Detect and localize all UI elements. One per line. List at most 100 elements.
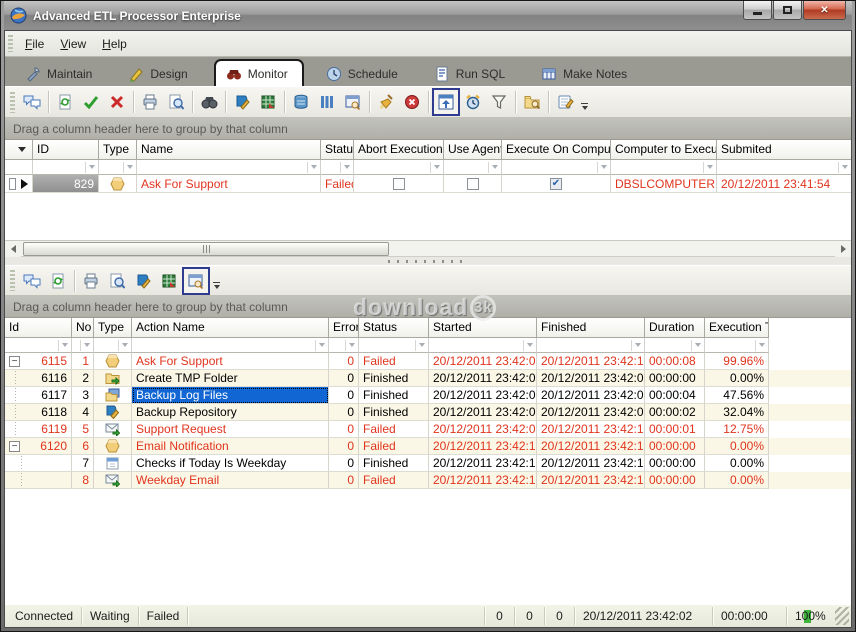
cell-no[interactable]: 5 <box>72 421 94 438</box>
filter-dropdown-icon[interactable] <box>340 162 353 173</box>
log-filter-cell[interactable] <box>132 338 329 353</box>
sessions-filter-indicator[interactable] <box>5 160 33 175</box>
row-checkbox[interactable] <box>9 178 16 190</box>
minimize-button[interactable] <box>743 1 772 20</box>
filter-button[interactable] <box>486 89 512 115</box>
title-bar[interactable]: Advanced ETL Processor Enterprise ✕ <box>4 1 852 30</box>
log-print-preview-button[interactable] <box>104 268 130 294</box>
sessions-filter-cell[interactable] <box>137 160 321 175</box>
edit-notes-button[interactable] <box>552 89 578 115</box>
log-filter-cell[interactable] <box>5 338 72 353</box>
cell-execution-time[interactable]: 0.00% <box>705 438 769 455</box>
cell-duration[interactable]: 00:00:00 <box>645 455 705 472</box>
window-resize-grip[interactable] <box>835 607 849 625</box>
cell-errors[interactable]: 0 <box>329 353 359 370</box>
toolbar-grip[interactable] <box>10 92 15 113</box>
cell-id[interactable] <box>5 472 72 489</box>
sessions-column-header[interactable]: Abort Execution <box>354 140 444 160</box>
log-column-header[interactable]: Type <box>94 318 132 338</box>
messages-button[interactable] <box>19 89 45 115</box>
filter-dropdown-icon[interactable] <box>315 340 328 351</box>
sessions-filter-cell[interactable] <box>717 160 851 175</box>
cell-action[interactable]: Checks if Today Is Weekday <box>132 455 329 472</box>
filter-dropdown-icon[interactable] <box>58 340 71 351</box>
cell-id[interactable]: 6120 <box>5 438 72 455</box>
find-button[interactable] <box>196 89 222 115</box>
log-column-header[interactable]: Finished <box>537 318 645 338</box>
log-filter-cell[interactable] <box>645 338 705 353</box>
log-column-header[interactable]: Execution Ti <box>705 318 769 338</box>
cell-type[interactable] <box>94 404 132 421</box>
sessions-column-header[interactable]: Type <box>99 140 137 160</box>
tab-maintain[interactable]: Maintain <box>15 62 106 86</box>
cell-no[interactable]: 6 <box>72 438 94 455</box>
filter-dropdown-icon[interactable] <box>415 340 428 351</box>
cell-status[interactable]: Finished <box>359 455 429 472</box>
filter-dropdown-icon[interactable] <box>118 340 131 351</box>
print-preview-button[interactable] <box>163 89 189 115</box>
cell-id[interactable]: 6117 <box>5 387 72 404</box>
cell-errors[interactable]: 0 <box>329 438 359 455</box>
sessions-column-header[interactable]: Name <box>137 140 321 160</box>
cell-errors[interactable]: 0 <box>329 404 359 421</box>
columns-button[interactable] <box>314 89 340 115</box>
cell-started[interactable]: 20/12/2011 23:42:02 <box>429 387 537 404</box>
scroll-right-button[interactable] <box>835 241 851 257</box>
log-row[interactable]: 61162Create TMP Folder0Finished20/12/201… <box>5 370 851 387</box>
cell-started[interactable]: 20/12/2011 23:42:06 <box>429 404 537 421</box>
cell-action[interactable]: Backup Log Files <box>132 387 329 404</box>
cell-execution-time[interactable]: 0.00% <box>705 472 769 489</box>
clear-button[interactable] <box>373 89 399 115</box>
cell-no[interactable]: 7 <box>72 455 94 472</box>
filter-dropdown-icon[interactable] <box>523 340 536 351</box>
cell-started[interactable]: 20/12/2011 23:42:10 <box>429 438 537 455</box>
tab-monitor[interactable]: Monitor <box>214 59 304 86</box>
menu-view[interactable]: View <box>52 34 94 54</box>
sessions-data-row[interactable]: 829 Ask For Support Failed ✔ DBSLCOMPUTE… <box>5 175 851 193</box>
filter-dropdown-icon[interactable] <box>123 162 136 173</box>
delete-button[interactable] <box>104 89 130 115</box>
cell-action[interactable]: Email Notification <box>132 438 329 455</box>
sessions-filter-cell[interactable] <box>99 160 137 175</box>
sessions-column-header[interactable]: ID <box>33 140 99 160</box>
sessions-filter-cell[interactable] <box>33 160 99 175</box>
log-filter-cell[interactable] <box>429 338 537 353</box>
cell-errors[interactable]: 0 <box>329 370 359 387</box>
cell-computer[interactable]: DBSLCOMPUTER <box>611 175 717 193</box>
cell-started[interactable]: 20/12/2011 23:42:10 <box>429 455 537 472</box>
sessions-filter-cell[interactable] <box>444 160 502 175</box>
sessions-column-header[interactable]: Use Agent <box>444 140 502 160</box>
filter-dropdown-icon[interactable] <box>488 162 501 173</box>
sessions-filter-cell[interactable] <box>321 160 354 175</box>
log-column-header[interactable]: Started <box>429 318 537 338</box>
log-filter-cell[interactable] <box>72 338 94 353</box>
toolbar-grip[interactable] <box>10 270 15 290</box>
tab-schedule[interactable]: Schedule <box>316 62 412 86</box>
log-filter-cell[interactable] <box>359 338 429 353</box>
cell-no[interactable]: 8 <box>72 472 94 489</box>
cell-action[interactable]: Weekday Email <box>132 472 329 489</box>
cell-type[interactable] <box>94 387 132 404</box>
log-row[interactable]: 61195Support Request0Failed20/12/2011 23… <box>5 421 851 438</box>
log-row[interactable]: 61184Backup Repository0Finished20/12/201… <box>5 404 851 421</box>
scheduler-button[interactable] <box>460 89 486 115</box>
cell-execution-time[interactable]: 12.75% <box>705 421 769 438</box>
validate-button[interactable] <box>78 89 104 115</box>
log-column-header[interactable]: Errors <box>329 318 359 338</box>
filter-dropdown-icon[interactable] <box>345 340 358 351</box>
log-column-header[interactable]: Duration <box>645 318 705 338</box>
log-filter-cell[interactable] <box>94 338 132 353</box>
cell-duration[interactable]: 00:00:00 <box>645 438 705 455</box>
cell-execution-time[interactable]: 0.00% <box>705 455 769 472</box>
cell-errors[interactable]: 0 <box>329 472 359 489</box>
log-export-excel-button[interactable] <box>156 268 182 294</box>
log-row[interactable]: 61173Backup Log Files0Finished20/12/2011… <box>5 387 851 404</box>
cell-status[interactable]: Finished <box>359 370 429 387</box>
cell-type[interactable] <box>94 421 132 438</box>
abort-button[interactable] <box>399 89 425 115</box>
panel-splitter[interactable] <box>5 257 851 265</box>
restore-button[interactable] <box>773 1 802 20</box>
log-export-file-button[interactable] <box>130 268 156 294</box>
show-panel-button[interactable] <box>432 88 460 116</box>
cell-finished[interactable]: 20/12/2011 23:42:06 <box>537 387 645 404</box>
